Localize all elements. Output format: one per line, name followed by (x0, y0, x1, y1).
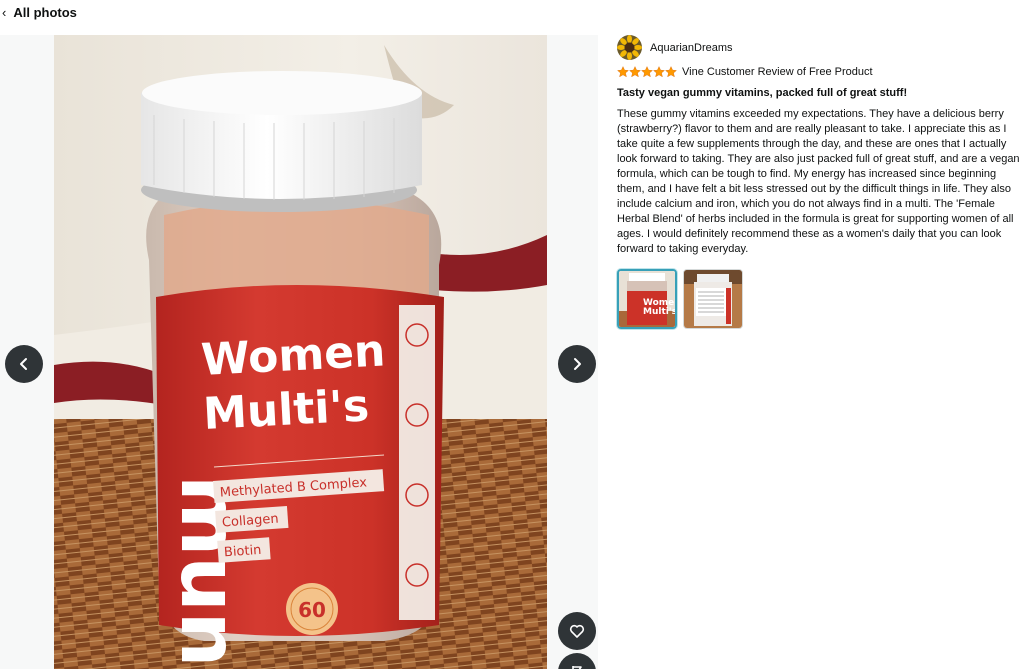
review-photo: mun Women Multi's Methylated B Complex C… (54, 35, 547, 669)
thumbnail-1[interactable]: Women Multi's (617, 269, 677, 329)
review-body: These gummy vitamins exceeded my expecta… (617, 108, 1020, 255)
product-name-line1: Women (200, 325, 387, 386)
photo-thumbnails: Women Multi's (617, 269, 1022, 329)
star-icon (665, 66, 677, 78)
vine-badge: Vine Customer Review of Free Product (682, 66, 873, 78)
rating-row: Vine Customer Review of Free Product (617, 65, 1022, 79)
review-title: Tasty vegan gummy vitamins, packed full … (617, 87, 908, 99)
svg-text:Multi's: Multi's (643, 307, 675, 317)
brand-logo: mun (163, 475, 253, 667)
thumbnail-image: Women Multi's (619, 271, 675, 327)
all-photos-label: All photos (13, 5, 77, 20)
reviewer-profile[interactable]: AquarianDreams (617, 35, 1022, 60)
thumbnail-2[interactable] (683, 269, 743, 329)
star-icon (641, 66, 653, 78)
like-photo-button[interactable] (558, 612, 596, 650)
product-name-line2: Multi's (202, 380, 370, 440)
star-icon (653, 66, 665, 78)
chevron-right-icon (574, 358, 581, 370)
avatar (617, 35, 642, 60)
next-photo-button[interactable] (558, 345, 596, 383)
star-rating (617, 66, 677, 78)
sunflower-avatar-icon (617, 35, 642, 60)
star-icon (629, 66, 641, 78)
count-seal: 60 (298, 598, 326, 622)
chevron-left-icon: ‹ (2, 5, 7, 20)
heart-icon (569, 624, 585, 638)
review-panel: AquarianDreams Vine Customer Review of F… (617, 35, 1022, 329)
feature-3: Biotin (224, 543, 262, 561)
thumbnail-image (684, 270, 742, 328)
flag-icon (572, 666, 582, 669)
previous-photo-button[interactable] (5, 345, 43, 383)
all-photos-link[interactable]: ‹ All photos (2, 5, 77, 21)
star-icon (617, 66, 629, 78)
reviewer-name: AquarianDreams (650, 41, 733, 54)
photo-viewer: mun Women Multi's Methylated B Complex C… (0, 35, 598, 669)
report-photo-button[interactable] (558, 653, 596, 669)
chevron-left-icon (20, 358, 27, 370)
